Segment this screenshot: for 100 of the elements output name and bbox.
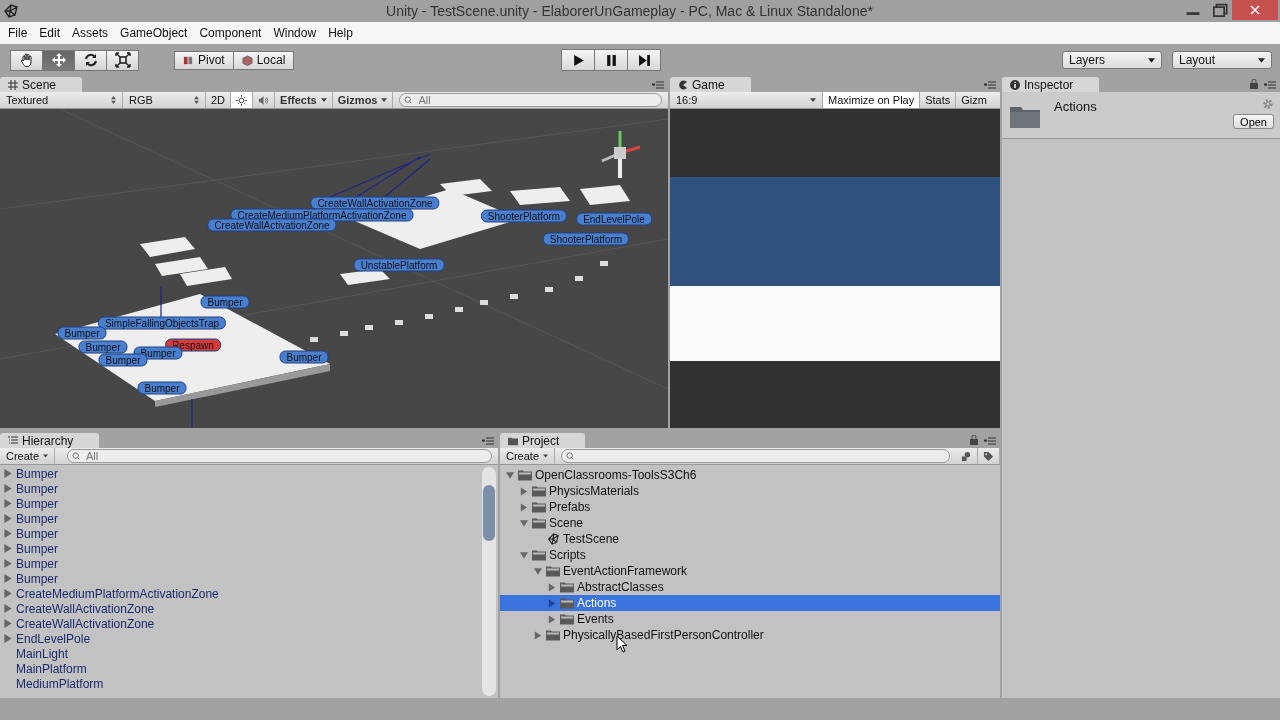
menu-item[interactable]: Assets	[66, 24, 115, 42]
pause-button[interactable]	[594, 49, 629, 71]
hierarchy-item[interactable]: Bumper	[16, 571, 59, 586]
settings-icon[interactable]	[1262, 98, 1274, 110]
hierarchy-item[interactable]: Bumper	[16, 511, 59, 526]
layout-dropdown[interactable]: Layout	[1172, 51, 1272, 69]
hierarchy-item[interactable]: Bumper	[16, 526, 59, 541]
hierarchy-item[interactable]: CreateWallActivationZone	[16, 601, 155, 616]
play-button[interactable]	[561, 49, 596, 71]
search-field[interactable]	[561, 449, 950, 463]
object-label[interactable]: SimpleFallingObjectsTrap	[97, 316, 227, 330]
tool-button[interactable]	[74, 49, 107, 71]
object-label[interactable]: CreateMediumPlatformActivationZone	[230, 208, 414, 222]
project-item[interactable]: Prefabs	[549, 500, 591, 514]
hierarchy-item[interactable]: CreateWallActivationZone	[16, 616, 155, 631]
menu-item[interactable]: File	[2, 24, 34, 42]
maximize-on-play-toggle[interactable]: Maximize on Play	[823, 92, 921, 108]
expand-arrow-icon[interactable]	[548, 598, 556, 608]
local-button[interactable]: Local	[232, 50, 295, 70]
expand-arrow-icon[interactable]	[506, 470, 514, 480]
panel-menu-icon[interactable]	[652, 81, 664, 89]
project-item[interactable]: AbstractClasses	[577, 580, 664, 594]
project-item[interactable]: Actions	[577, 596, 617, 610]
tool-button[interactable]	[106, 49, 139, 71]
expand-arrow-icon[interactable]	[534, 630, 542, 640]
project-item[interactable]: TestScene	[563, 532, 620, 546]
expand-arrow-icon[interactable]	[520, 486, 528, 496]
close-button[interactable]	[1232, 0, 1278, 20]
folder-icon	[532, 517, 546, 529]
hierarchy-item[interactable]: Bumper	[16, 556, 59, 571]
object-label[interactable]: Bumper	[57, 326, 107, 340]
project-item[interactable]: Events	[577, 612, 614, 626]
panel-menu-icon[interactable]	[984, 437, 996, 445]
object-label[interactable]: Bumper	[78, 340, 128, 354]
hierarchy-item[interactable]: CreateMediumPlatformActivationZone	[16, 586, 219, 601]
expand-arrow-icon[interactable]	[548, 614, 556, 624]
hierarchy-item[interactable]: MediumPlatform	[16, 676, 104, 691]
project-item[interactable]: Scene	[549, 516, 584, 530]
object-label[interactable]: Bumper	[279, 350, 329, 364]
tool-button[interactable]	[10, 49, 43, 71]
scene-tab[interactable]: Scene	[0, 77, 83, 92]
hierarchy-item[interactable]: Bumper	[16, 466, 59, 481]
shading-dropdown[interactable]: Textured	[0, 92, 123, 108]
inspector-tab[interactable]: Inspector	[1002, 77, 1100, 92]
menu-item[interactable]: Component	[193, 24, 268, 42]
open-button[interactable]: Open	[1233, 114, 1274, 129]
render-mode-dropdown[interactable]: RGB	[123, 92, 206, 108]
search-field[interactable]: All	[67, 449, 492, 463]
panel-menu-icon[interactable]	[482, 437, 494, 445]
gizmos-dropdown[interactable]: Gizmos	[332, 92, 394, 108]
menu-item[interactable]: Edit	[33, 24, 67, 42]
object-label[interactable]: CreateWallActivationZone	[207, 218, 337, 232]
object-label[interactable]: Bumper	[137, 381, 187, 395]
create-dropdown[interactable]: Create	[500, 448, 555, 464]
object-label[interactable]: CreateWallActivationZone	[310, 196, 440, 210]
expand-arrow-icon[interactable]	[534, 566, 542, 576]
expand-arrow-icon[interactable]	[520, 502, 528, 512]
project-item[interactable]: EventActionFramework	[563, 564, 688, 578]
selected-row[interactable]: Actions	[500, 595, 1000, 611]
create-dropdown[interactable]: Create	[0, 448, 55, 464]
hierarchy-item[interactable]: MainLight	[16, 646, 69, 661]
hierarchy-item[interactable]: EndLevelPole	[16, 631, 91, 646]
hierarchy-tab[interactable]: Hierarchy	[0, 433, 100, 448]
panel-menu-icon[interactable]	[1264, 81, 1276, 89]
menu-item[interactable]: Help	[322, 24, 359, 42]
lock-icon[interactable]	[970, 435, 978, 445]
hierarchy-item[interactable]: MainPlatform	[16, 661, 87, 676]
gizm-toggle[interactable]: Gizm	[956, 92, 987, 108]
hierarchy-item[interactable]: Bumper	[16, 541, 59, 556]
project-item[interactable]: PhysicsMaterials	[549, 484, 640, 498]
pivot-button[interactable]: Pivot	[174, 50, 234, 70]
object-label[interactable]: UnstablePlatform	[353, 258, 445, 272]
lighting-toggle[interactable]	[231, 92, 254, 108]
project-tab[interactable]: Project	[500, 433, 586, 448]
search-field[interactable]: All	[399, 93, 662, 107]
scrollbar[interactable]	[482, 467, 496, 696]
object-label[interactable]: Bumper	[200, 295, 250, 309]
hierarchy-item[interactable]: Bumper	[16, 496, 59, 511]
project-item[interactable]: OpenClassrooms-ToolsS3Ch6	[535, 468, 697, 482]
hand-icon	[18, 52, 35, 68]
menu-item[interactable]: GameObject	[114, 24, 194, 42]
object-label[interactable]: EndLevelPole	[576, 212, 652, 226]
expand-arrow-icon[interactable]	[520, 550, 528, 560]
menu-item[interactable]: Window	[267, 24, 323, 42]
effects-dropdown[interactable]: Effects	[275, 92, 333, 108]
stats-toggle[interactable]: Stats	[920, 92, 957, 108]
game-tab[interactable]: Game	[670, 77, 751, 92]
expand-arrow-icon[interactable]	[548, 582, 556, 592]
project-item[interactable]: PhysicallyBasedFirstPersonController	[563, 628, 764, 642]
object-label[interactable]: ShooterPlatform	[542, 232, 630, 246]
scrollbar-thumb[interactable]	[483, 485, 495, 541]
lock-icon[interactable]	[1250, 79, 1258, 89]
object-label[interactable]: ShooterPlatform	[480, 209, 568, 223]
expand-arrow-icon[interactable]	[520, 518, 528, 528]
project-item[interactable]: Scripts	[549, 548, 586, 562]
step-button[interactable]	[627, 49, 662, 71]
hierarchy-item[interactable]: Bumper	[16, 481, 59, 496]
unity-scene-icon	[546, 533, 560, 545]
panel-menu-icon[interactable]	[984, 81, 996, 89]
layers-dropdown[interactable]: Layers	[1062, 51, 1162, 69]
